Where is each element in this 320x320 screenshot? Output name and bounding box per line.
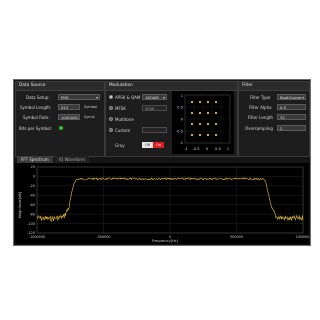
filter-type-label: Filter Type [250, 95, 271, 100]
const-ytick: -1 [179, 141, 183, 145]
x-tick-label: -1000000 [29, 235, 45, 239]
constellation-plot: 1 0.5 0 -0.5 -1 -1 -0.5 0 0.5 1 [172, 91, 234, 154]
filter-alpha-input[interactable]: 0.5 [277, 104, 306, 110]
const-ytick: 1 [181, 94, 183, 98]
data-source-title: Data Source [16, 82, 104, 91]
y-tick-label: -40 [29, 193, 35, 197]
tab-fft-spectrum[interactable]: FFT Spectrum [17, 156, 53, 163]
modulation-panel: Modulation APSK & QAM 16QAM MFSK 2FSK Mu… [105, 81, 238, 157]
data-setup-label: Data Setup: [26, 95, 50, 100]
const-ytick: -0.5 [176, 130, 183, 134]
y-tick-label: 0 [33, 175, 35, 179]
symbol-length-unit: Symbol [84, 105, 98, 109]
mfsk-label: MFSK [115, 105, 126, 111]
y-tick-label: -20 [29, 184, 35, 188]
filter-alpha-label: Filter Alpha [249, 105, 272, 110]
multitone-label: Multitone [115, 116, 134, 122]
oversampling-label: Oversampling [245, 126, 273, 131]
const-xtick: -0.5 [192, 147, 199, 151]
apsk-label: APSK & QAM [115, 94, 141, 100]
chart-ylabel: Magnitude[dB] [18, 191, 22, 218]
gray-label: Gray [115, 142, 125, 148]
gray-toggle-off[interactable]: Off [142, 142, 153, 148]
data-setup-select[interactable]: PN9 [58, 94, 100, 100]
y-tick-label: 20 [31, 165, 35, 169]
tab-iq-waveform[interactable]: IQ Waveform [55, 156, 89, 163]
x-tick-label: 1000000 [295, 235, 309, 239]
bits-per-symbol-label: Bits per Symbol: [19, 126, 52, 131]
apsk-select[interactable]: 16QAM [142, 94, 167, 100]
chart-xlabel: Frequency[Hz] [152, 239, 179, 243]
apsk-radio[interactable] [109, 95, 113, 99]
symbol-length-label: Symbol Length: [20, 105, 52, 110]
filter-title: Filter [239, 82, 309, 91]
x-tick-label: -500000 [96, 235, 110, 239]
app-window: Data Source Data Setup: PN9 Symbol Lengt… [13, 79, 311, 246]
const-xtick: -1 [184, 147, 188, 151]
const-xtick: 1 [227, 147, 229, 151]
filter-length-input[interactable]: 32 [277, 114, 306, 120]
mfsk-input[interactable]: 2FSK [142, 105, 167, 111]
filter-panel: Filter Filter Type RootCosine Filter Alp… [238, 81, 310, 157]
symbol-rate-unit: Sym/s [84, 115, 95, 119]
custom-radio[interactable] [109, 128, 113, 132]
modulation-title: Modulation [106, 82, 237, 91]
custom-label: Custom [115, 127, 131, 133]
custom-input[interactable] [142, 127, 167, 133]
y-tick-label: -80 [29, 212, 35, 216]
filter-type-select[interactable]: RootCosine [277, 94, 306, 100]
symbol-rate-input[interactable]: 1000000 [58, 114, 80, 120]
mfsk-radio[interactable] [109, 106, 113, 110]
bits-per-symbol-indicator [59, 126, 63, 130]
x-tick-label: 500000 [230, 235, 243, 239]
symbol-length-input[interactable]: 512 [58, 104, 80, 110]
const-ytick: 0.5 [177, 106, 183, 110]
filter-length-label: Filter Length [248, 115, 273, 120]
symbol-rate-label: Symbol Rate: [23, 115, 50, 120]
fft-spectrum-chart: 200-20-40-60-80-100-120 -1000000 -500000 0… [15, 163, 309, 244]
const-xtick: 0.5 [215, 147, 221, 151]
multitone-radio[interactable] [109, 117, 113, 121]
data-source-panel: Data Source Data Setup: PN9 Symbol Lengt… [15, 81, 105, 157]
y-tick-label: -100 [27, 222, 35, 226]
y-tick-label: -60 [29, 203, 35, 207]
oversampling-input[interactable]: 2 [277, 125, 306, 131]
gray-toggle-on[interactable]: On [153, 142, 164, 148]
